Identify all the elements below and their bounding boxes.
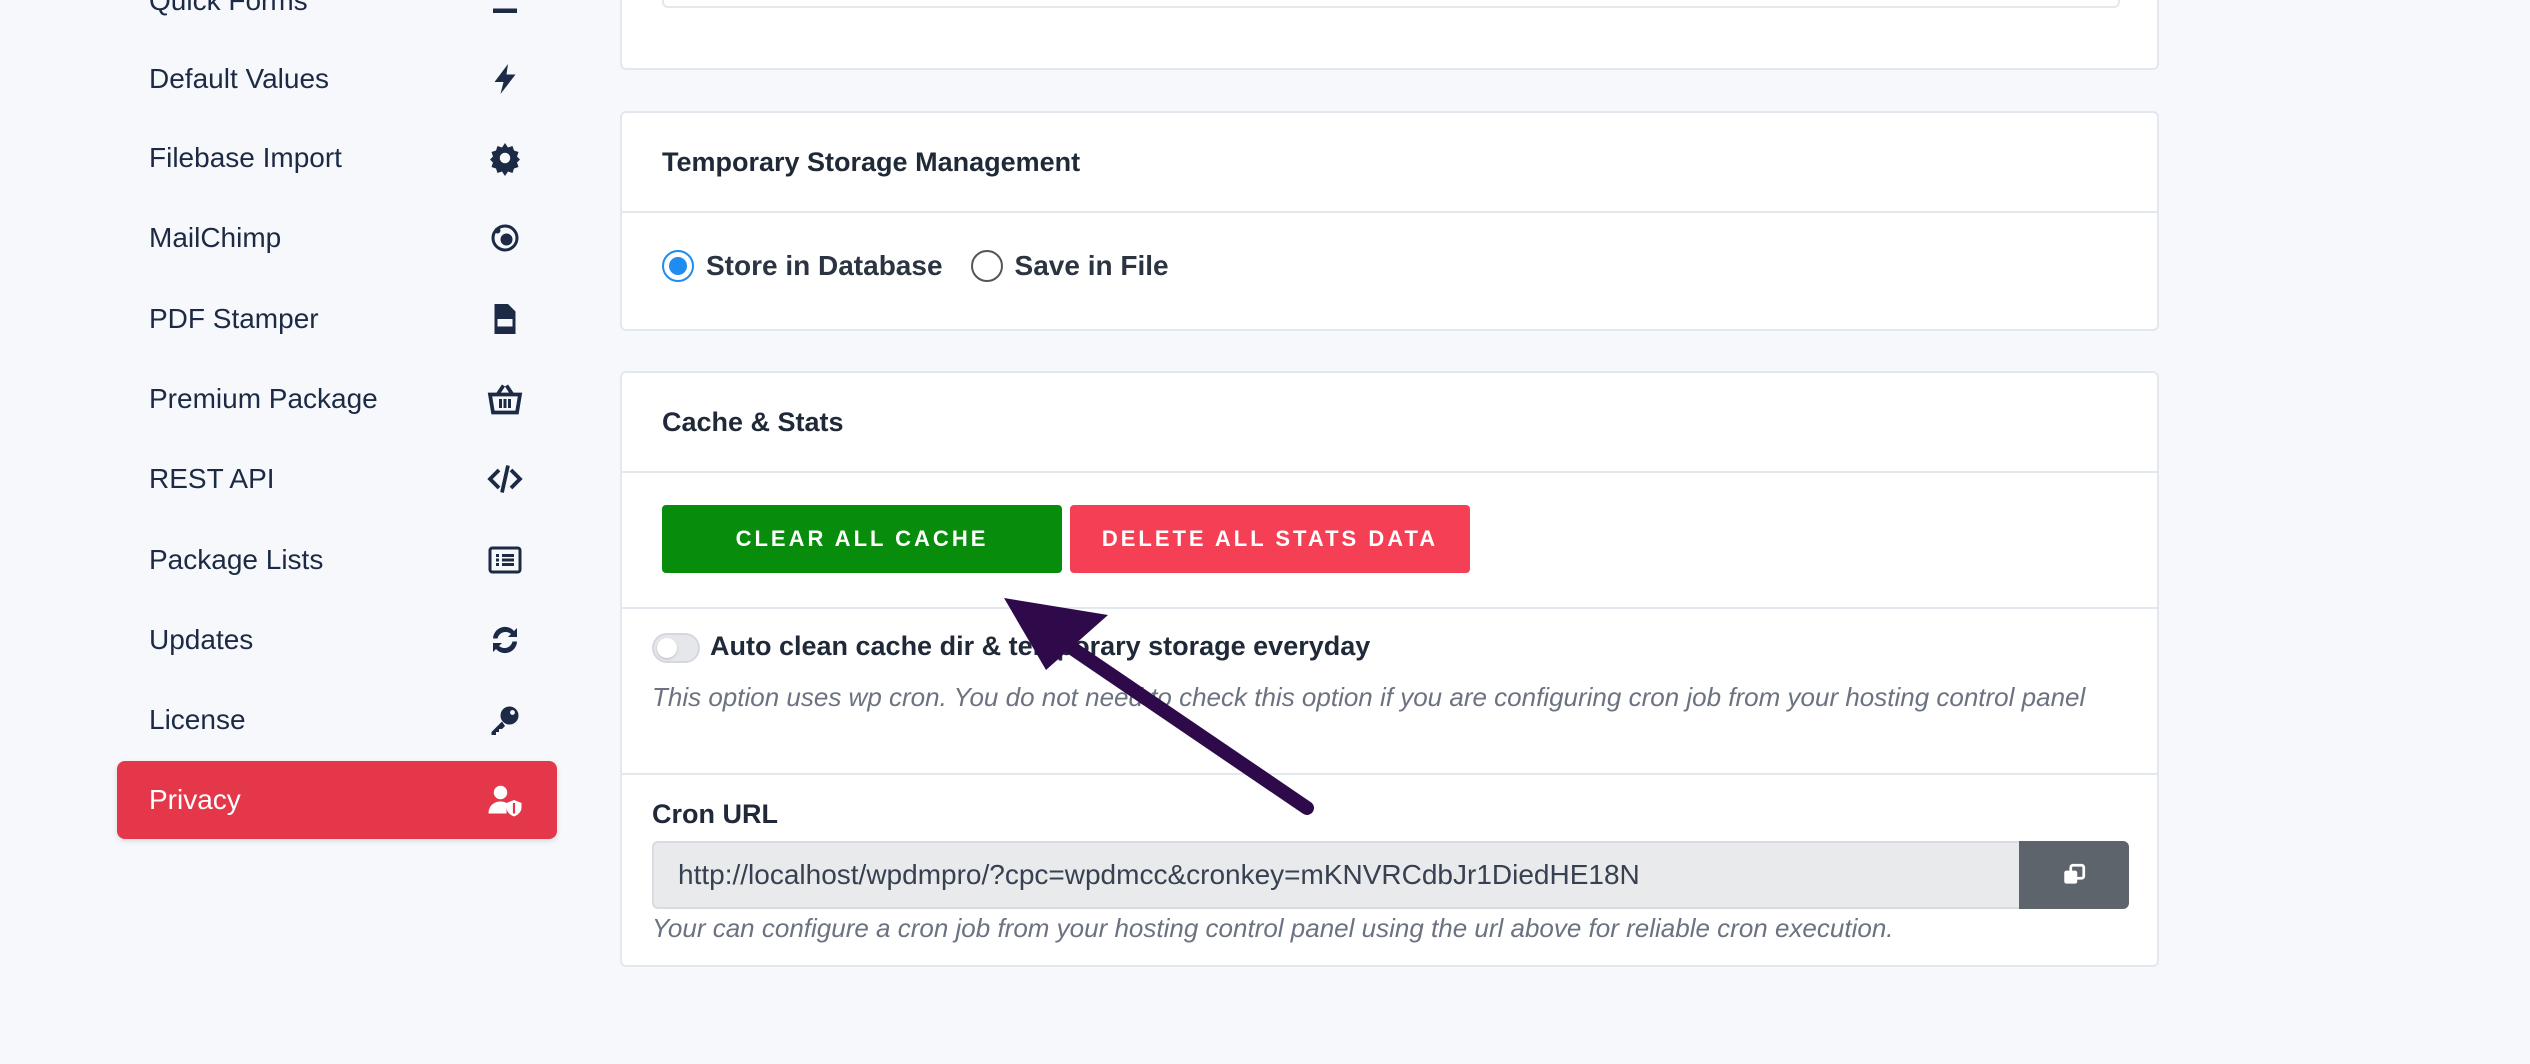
delete-all-stats-button[interactable]: DELETE ALL STATS DATA xyxy=(1070,505,1470,573)
cache-actions-row: CLEAR ALL CACHE DELETE ALL STATS DATA xyxy=(622,473,2157,609)
sidebar-item-label: Privacy xyxy=(149,784,241,815)
sidebar-item-label: MailChimp xyxy=(149,222,282,253)
clear-all-cache-button[interactable]: CLEAR ALL CACHE xyxy=(662,505,1062,573)
auto-clean-label: Auto clean cache dir & temporary storage… xyxy=(710,631,1371,661)
cache-stats-card: Cache & Stats CLEAR ALL CACHE DELETE ALL… xyxy=(620,371,2159,967)
save-in-file-radio[interactable] xyxy=(970,250,1003,282)
storage-card: Temporary Storage Management Store in Da… xyxy=(620,111,2159,331)
sync-icon xyxy=(485,620,525,660)
sidebar-item-label: Filebase Import xyxy=(149,142,342,173)
previous-input-field[interactable] xyxy=(662,0,2120,8)
sidebar-item-updates[interactable]: Updates xyxy=(117,601,557,679)
sidebar-item-premium-package[interactable]: Premium Package xyxy=(117,360,557,438)
pdf-file-icon xyxy=(485,299,525,339)
copy-icon xyxy=(2061,862,2087,888)
sidebar-item-license[interactable]: License xyxy=(117,681,557,759)
save-in-file-label[interactable]: Save in File xyxy=(1015,250,1169,282)
sidebar-item-filebase-import[interactable]: Filebase Import xyxy=(117,119,557,197)
cache-title: Cache & Stats xyxy=(622,373,2157,473)
list-alt-icon xyxy=(485,540,525,580)
sidebar-item-label: Quick Forms xyxy=(149,0,308,16)
sidebar-item-package-lists[interactable]: Package Lists xyxy=(117,521,557,599)
sidebar-item-quick-forms[interactable]: Quick Forms xyxy=(117,0,557,40)
key-icon xyxy=(485,700,525,740)
sidebar-item-label: REST API xyxy=(149,463,275,494)
sidebar-item-label: Default Values xyxy=(149,63,330,94)
cron-url-label: Cron URL xyxy=(652,799,778,829)
sidebar-item-pdf-stamper[interactable]: PDF Stamper xyxy=(117,280,557,358)
basket-icon xyxy=(485,379,525,419)
sidebar-item-label: PDF Stamper xyxy=(149,303,319,334)
gear-icon xyxy=(485,138,525,178)
auto-clean-toggle[interactable] xyxy=(652,633,700,663)
cron-url-help: Your can configure a cron job from your … xyxy=(652,913,1894,943)
copy-url-button[interactable] xyxy=(2019,841,2129,909)
bolt-icon xyxy=(485,59,525,99)
store-in-database-label[interactable]: Store in Database xyxy=(706,250,943,282)
user-shield-icon xyxy=(485,780,525,820)
sidebar-item-privacy[interactable]: Privacy xyxy=(117,761,557,839)
list-icon xyxy=(485,0,525,21)
previous-settings-card xyxy=(620,0,2159,70)
sidebar-item-label: Updates xyxy=(149,624,254,655)
sidebar-item-mailchimp[interactable]: MailChimp xyxy=(117,199,557,277)
cron-url-input[interactable]: http://localhost/wpdmpro/?cpc=wpdmcc&cro… xyxy=(652,841,2049,909)
auto-clean-help: This option uses wp cron. You do not nee… xyxy=(652,682,2086,712)
sidebar-item-label: Package Lists xyxy=(149,544,324,575)
store-in-database-radio[interactable] xyxy=(662,250,694,282)
code-icon xyxy=(485,459,525,499)
sidebar-item-label: Premium Package xyxy=(149,383,378,414)
storage-title: Temporary Storage Management xyxy=(622,113,2157,213)
mailchimp-icon xyxy=(485,218,525,258)
sidebar-item-label: License xyxy=(149,704,246,735)
auto-clean-row: Auto clean cache dir & temporary storage… xyxy=(622,609,2157,775)
sidebar-item-default-values[interactable]: Default Values xyxy=(117,40,557,118)
storage-options: Store in Database Save in File xyxy=(622,213,2157,319)
sidebar-item-rest-api[interactable]: REST API xyxy=(117,440,557,518)
